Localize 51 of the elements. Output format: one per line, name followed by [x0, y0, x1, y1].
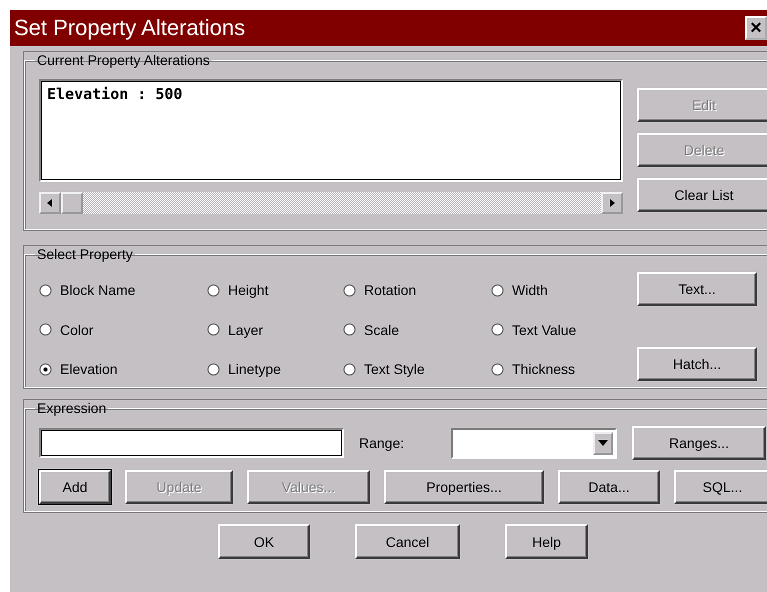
radio-option[interactable]: Rotation: [343, 280, 491, 300]
radio-button-icon[interactable]: [207, 323, 220, 336]
list-item[interactable]: Elevation : 500: [47, 85, 615, 103]
radio-option[interactable]: Text Value: [491, 320, 627, 340]
horizontal-scrollbar[interactable]: [39, 192, 623, 214]
dialog-button[interactable]: Add: [39, 470, 111, 504]
radio-button-icon[interactable]: [343, 362, 356, 376]
radio-option[interactable]: Height: [207, 280, 343, 300]
dialog-button[interactable]: Ranges...: [632, 426, 766, 460]
radio-button-icon[interactable]: [491, 323, 504, 336]
range-label: Range:: [359, 435, 406, 451]
radio-button-icon[interactable]: [207, 284, 220, 296]
radio-option[interactable]: Thickness: [491, 359, 627, 380]
radio-button-icon[interactable]: [343, 284, 356, 296]
dialog-button[interactable]: Hatch...: [637, 347, 757, 381]
expression-field[interactable]: [39, 428, 344, 458]
group-label: Expression: [36, 400, 108, 416]
radio-option[interactable]: Layer: [207, 320, 343, 340]
dialog-button[interactable]: Cancel: [355, 524, 460, 559]
right-arrow-icon: [608, 198, 616, 208]
radio-option[interactable]: Elevation: [39, 359, 207, 380]
radio-button-icon[interactable]: [207, 362, 220, 376]
scroll-thumb[interactable]: [61, 192, 83, 214]
radio-option[interactable]: Text Style: [343, 359, 491, 380]
radio-option[interactable]: Scale: [343, 320, 491, 340]
scroll-left-button[interactable]: [39, 192, 61, 214]
dialog-button[interactable]: Text...: [637, 272, 757, 306]
radio-button-icon[interactable]: [39, 362, 52, 376]
dialog-button[interactable]: SQL...: [674, 470, 767, 504]
radio-option[interactable]: Width: [491, 280, 627, 300]
radio-button-icon[interactable]: [39, 284, 52, 296]
radio-option[interactable]: Linetype: [207, 359, 343, 380]
radio-option[interactable]: Block Name: [39, 280, 207, 300]
left-arrow-icon: [46, 198, 54, 208]
radio-button-icon[interactable]: [491, 362, 504, 376]
dialog-button[interactable]: Help: [505, 524, 588, 559]
range-dropdown[interactable]: [451, 428, 617, 458]
group-label: Current Property Alterations: [36, 52, 211, 68]
radio-option[interactable]: Color: [39, 320, 207, 340]
dialog-button[interactable]: Clear List: [637, 178, 767, 212]
dialog-button[interactable]: Properties...: [384, 470, 544, 504]
radio-button-icon[interactable]: [343, 323, 356, 336]
alterations-list[interactable]: Elevation : 500: [39, 79, 623, 182]
group-label: Select Property: [36, 246, 134, 262]
window-title: Set Property Alterations: [14, 15, 246, 41]
radio-button-icon[interactable]: [491, 284, 504, 296]
radio-button-icon[interactable]: [39, 323, 52, 336]
dialog-button[interactable]: Data...: [558, 470, 660, 504]
close-button[interactable]: ×: [745, 16, 767, 40]
scroll-right-button[interactable]: [601, 192, 623, 214]
dialog-button[interactable]: OK: [218, 524, 310, 559]
